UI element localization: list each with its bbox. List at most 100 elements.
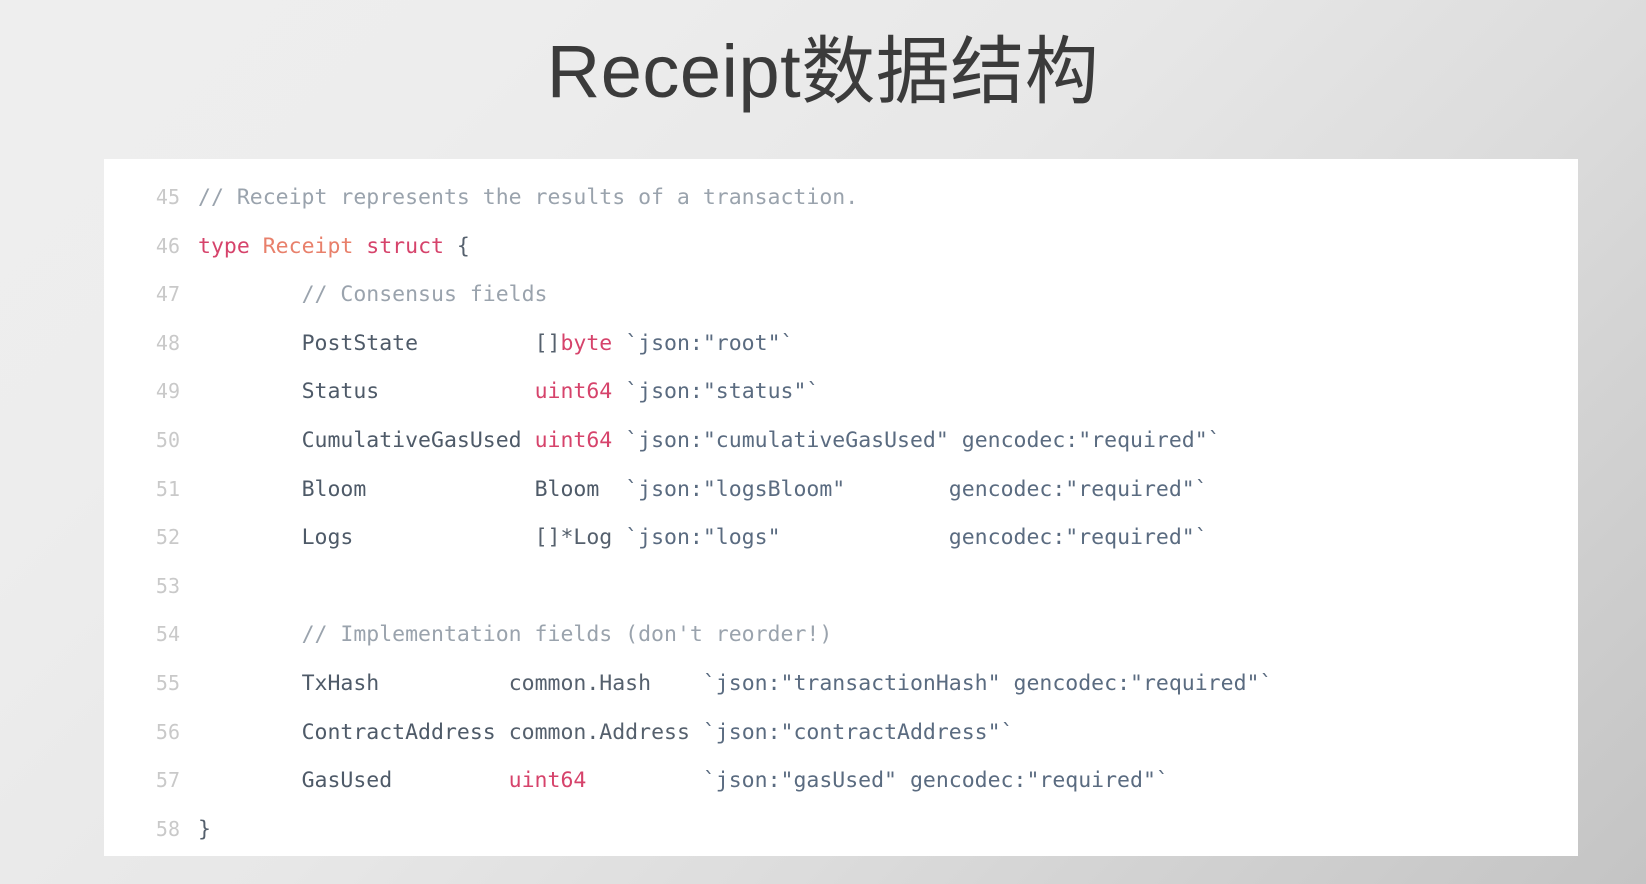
code-line: 52 Logs []*Log `json:"logs" gencodec:"re… [104,513,1578,562]
code-token-keyword: struct [366,233,444,259]
code-token-field: PostState [301,330,419,356]
code-token-string: `json:"root"` [625,330,794,356]
code-line-text: CumulativeGasUsed uint64 `json:"cumulati… [198,417,1578,466]
code-token-punct: { [456,233,470,259]
line-number: 52 [155,525,180,550]
page-title: Receipt数据结构 [546,30,1100,113]
code-line-text: Status uint64 `json:"status"` [198,368,1578,417]
code-token-type: byte [560,330,613,356]
code-line-text: // Receipt represents the results of a t… [198,174,1578,223]
line-number: 51 [155,476,180,501]
code-lines-container: 45 // Receipt represents the results of a… [104,173,1578,853]
code-token-field: TxHash [301,670,380,696]
code-line: 55 TxHash common.Hash `json:"transaction… [104,659,1578,708]
code-line-text: ContractAddress common.Address `json:"co… [198,709,1578,758]
code-token-field: ContractAddress [301,719,496,745]
line-number: 45 [155,185,180,209]
code-line-text: // Implementation fields (don't reorder!… [198,611,1578,660]
code-token-string: `json:"logsBloom" gencodec:"required"` [625,476,1208,502]
code-token-type: uint64 [534,427,613,453]
code-token-field: Bloom [534,476,600,502]
code-line: 57 GasUsed uint64 `json:"gasUsed" gencod… [104,756,1578,805]
code-line: 58} [104,805,1578,854]
code-token-string: `json:"transactionHash" gencodec:"requir… [702,670,1273,696]
line-number: 54 [155,622,180,647]
line-number: 47 [155,282,180,307]
code-line: 48 PostState []byte `json:"root"` [104,319,1578,368]
code-token-comment: // Implementation fields (don't reorder!… [301,622,833,648]
code-token-comment: // Consensus fields [301,282,548,308]
code-token-field: Status [301,379,380,405]
code-line-text: Bloom Bloom `json:"logsBloom" gencodec:"… [198,466,1578,515]
code-token-field: Logs [301,525,354,551]
code-token-field: CumulativeGasUsed [301,427,522,453]
code-token-string: `json:"cumulativeGasUsed" gencodec:"requ… [625,427,1221,453]
code-token-punct: []*Log [534,525,613,551]
code-line: 53 [104,562,1578,611]
code-token-string: `json:"gasUsed" gencodec:"required"` [702,768,1169,794]
code-token-string: `json:"status"` [625,379,820,405]
line-number: 57 [155,768,180,793]
line-number: 53 [155,573,180,598]
code-token-punct: [] [534,330,561,356]
line-number: 56 [155,719,180,744]
code-line-text: // Consensus fields [198,271,1578,320]
code-token-punct: common.Address [508,719,690,745]
line-number: 58 [155,816,180,841]
code-line: 56 ContractAddress common.Address `json:… [104,708,1578,757]
line-number: 48 [155,330,180,355]
line-number: 55 [155,670,180,695]
code-token-name: Receipt [262,233,354,259]
code-token-punct: common.Hash [508,670,652,696]
code-line-text: Logs []*Log `json:"logs" gencodec:"requi… [198,514,1578,563]
code-line: 50 CumulativeGasUsed uint64 `json:"cumul… [104,416,1578,465]
line-number: 50 [155,427,180,452]
line-number: 49 [155,379,180,404]
code-line-text: } [198,806,1578,855]
code-token-punct: } [198,816,211,842]
code-token-field: GasUsed [301,768,393,794]
code-line-text: PostState []byte `json:"root"` [198,320,1578,369]
code-line: 49 Status uint64 `json:"status"` [104,367,1578,416]
code-token-string: `json:"logs" gencodec:"required"` [625,525,1208,551]
code-token-field: Bloom [301,476,367,502]
code-line: 51 Bloom Bloom `json:"logsBloom" gencode… [104,465,1578,514]
code-token-type: uint64 [534,379,613,405]
code-token-type: uint64 [508,768,587,794]
code-token-string: `json:"contractAddress"` [702,719,1014,745]
code-line-text: GasUsed uint64 `json:"gasUsed" gencodec:… [198,757,1578,806]
code-block-panel: 45 // Receipt represents the results of a… [104,159,1578,856]
line-number: 46 [155,233,180,258]
code-token-comment: // Receipt represents the results of a t… [198,185,859,210]
code-token-keyword: type [198,233,250,259]
code-line: 47 // Consensus fields [104,270,1578,319]
code-line: 46 type Receipt struct { [104,222,1578,271]
